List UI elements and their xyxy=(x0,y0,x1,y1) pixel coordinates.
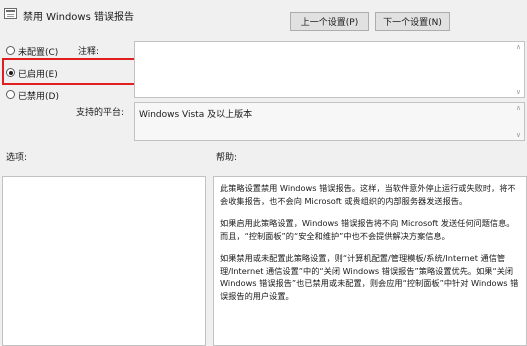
comment-textarea[interactable]: ∧ ∨ xyxy=(134,41,525,98)
help-panel: 此策略设置禁用 Windows 错误报告。这样，当软件意外停止运行或失败时，将不… xyxy=(213,176,527,346)
supported-platform-box: Windows Vista 及以上版本 ∧ ∨ xyxy=(134,102,525,141)
radio-disabled[interactable] xyxy=(6,90,15,99)
scroll-up-icon[interactable]: ∧ xyxy=(516,104,521,112)
help-paragraph: 如果启用此策略设置，Windows 错误报告将不向 Microsoft 发送任何… xyxy=(220,218,515,241)
radio-not-configured-label[interactable]: 未配置(C) xyxy=(18,45,58,58)
supported-platform-label: 支持的平台: xyxy=(76,108,125,118)
comment-label: 注释: xyxy=(78,47,100,57)
window-title: 禁用 Windows 错误报告 xyxy=(23,12,134,23)
help-paragraph: 此策略设置禁用 Windows 错误报告。这样，当软件意外停止运行或失败时，将不… xyxy=(220,183,516,206)
radio-disabled-label[interactable]: 已禁用(D) xyxy=(18,89,59,102)
previous-setting-button[interactable]: 上一个设置(P) xyxy=(290,12,369,31)
options-section-label: 选项: xyxy=(6,153,28,163)
scroll-down-icon[interactable]: ∨ xyxy=(516,131,521,139)
options-panel xyxy=(2,176,206,346)
radio-not-configured[interactable] xyxy=(6,46,15,55)
scroll-up-icon[interactable]: ∧ xyxy=(516,43,521,51)
next-setting-button[interactable]: 下一个设置(N) xyxy=(375,12,450,31)
help-paragraph: 如果禁用或未配置此策略设置，则“计算机配置/管理模板/系统/Internet 通… xyxy=(220,253,519,301)
help-section-label: 帮助: xyxy=(216,153,238,163)
supported-platform-value: Windows Vista 及以上版本 xyxy=(139,110,253,120)
scroll-down-icon[interactable]: ∨ xyxy=(516,88,521,96)
policy-setting-icon xyxy=(4,8,17,19)
